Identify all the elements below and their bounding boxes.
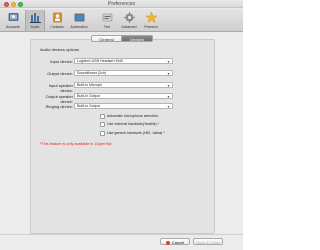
premium-icon <box>144 11 158 23</box>
advanced-icon <box>123 12 135 23</box>
checkbox-label: Use generic handsets (HID, Jabra) * <box>107 131 165 135</box>
toolbar-item-contacts[interactable]: Contacts <box>47 10 67 31</box>
checkbox-label: Automatic microphone selection <box>107 114 158 118</box>
toolbar-label: Automation <box>70 25 88 29</box>
preferences-window: Preferences Accounts Audio Contacts Auto… <box>0 0 243 250</box>
input-device-label: Input device: <box>50 59 73 64</box>
checkbox-label: Use external handsets(Yealink) * <box>107 122 160 126</box>
chevron-down-icon: ▾ <box>167 71 170 76</box>
generic-handsets-checkbox[interactable] <box>100 131 105 136</box>
automatic-microphone-checkbox[interactable] <box>100 114 105 119</box>
save-close-button[interactable]: Save & Close <box>193 238 223 245</box>
save-close-button-label: Save & Close <box>195 240 221 245</box>
cancel-icon <box>165 240 170 245</box>
premium-feature-note: *This feature is only available in Zoipe… <box>40 142 112 146</box>
automation-icon <box>74 13 84 22</box>
window-title: Preferences <box>108 1 135 7</box>
tab-bar: General Devices <box>91 35 153 42</box>
section-title: Audio devices options <box>40 47 79 52</box>
toolbar-label: Premium <box>144 25 158 29</box>
contacts-icon <box>52 12 62 23</box>
audio-icon <box>29 13 41 23</box>
chevron-down-icon: ▾ <box>167 94 170 99</box>
accounts-icon <box>8 13 18 21</box>
title-bar: Preferences <box>0 0 243 8</box>
chevron-down-icon: ▾ <box>167 83 170 88</box>
input-device-select[interactable]: Logitech USB Headset H340 ▾ <box>74 58 173 64</box>
toolbar-item-text[interactable]: Text <box>97 10 117 31</box>
tab-general[interactable]: General <box>91 35 122 42</box>
toolbar-item-advanced[interactable]: Advanced <box>119 10 139 31</box>
toolbar-item-accounts[interactable]: Accounts <box>3 10 23 31</box>
devices-panel <box>30 39 215 234</box>
cancel-button-label: Cancel <box>171 240 185 245</box>
footer-divider <box>0 234 243 235</box>
select-value: Soundflower (2ch) <box>77 71 107 75</box>
text-icon <box>102 13 112 22</box>
input-speaker-device-select[interactable]: Built-in Microph ▾ <box>74 82 173 88</box>
ringing-device-select[interactable]: Built-in Output ▾ <box>74 103 173 109</box>
toolbar-label: Audio <box>30 25 40 29</box>
toolbar-label: Accounts <box>6 25 20 29</box>
tab-devices[interactable]: Devices <box>122 35 153 42</box>
cancel-button[interactable]: Cancel <box>160 238 190 245</box>
output-speaker-device-select[interactable]: Built-in Output ▾ <box>74 93 173 99</box>
output-device-label: Output device: <box>47 71 73 76</box>
select-value: Built-in Output <box>77 94 100 98</box>
ringing-device-label: Ringing device: <box>45 104 73 109</box>
toolbar-item-audio[interactable]: Audio <box>25 10 45 31</box>
toolbar-item-automation[interactable]: Automation <box>69 10 89 31</box>
select-value: Built-in Output <box>77 104 100 108</box>
input-speaker-device-label: Input speaker device: <box>48 83 73 93</box>
preferences-toolbar: Accounts Audio Contacts Automation Text … <box>0 9 243 32</box>
toolbar-label: Advanced <box>121 25 137 29</box>
chevron-down-icon: ▾ <box>167 104 170 109</box>
external-handsets-checkbox[interactable] <box>100 122 105 127</box>
toolbar-label: Text <box>103 25 111 29</box>
toolbar-item-premium[interactable]: Premium <box>141 10 161 31</box>
select-value: Logitech USB Headset H340 <box>77 59 123 63</box>
output-speaker-device-label: Output speaker device: <box>45 94 73 104</box>
select-value: Built-in Microph <box>77 83 102 87</box>
toolbar-label: Contacts <box>50 25 64 29</box>
output-device-select[interactable]: Soundflower (2ch) ▾ <box>74 70 173 76</box>
chevron-down-icon: ▾ <box>167 59 170 64</box>
